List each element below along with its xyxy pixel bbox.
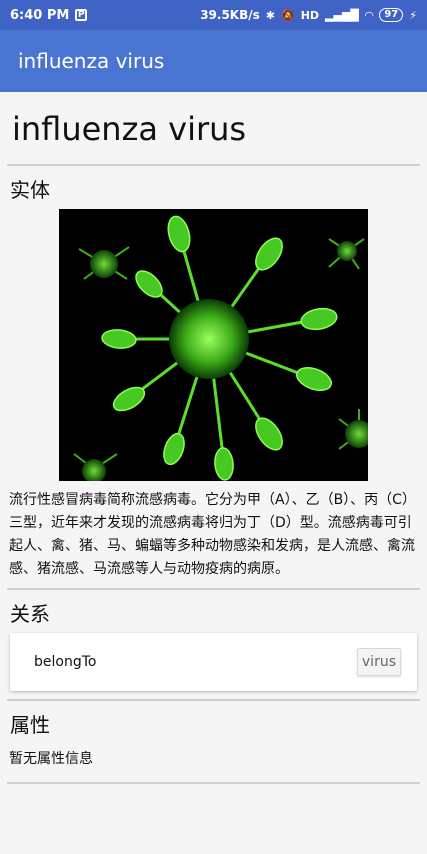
mute-icon: 🔕: [280, 8, 295, 22]
app-bar: influenza virus: [0, 30, 427, 92]
app-bar-title: influenza virus: [18, 49, 165, 73]
entity-heading: 实体: [10, 178, 50, 202]
relation-heading: 关系: [10, 602, 50, 626]
relation-target-button[interactable]: virus: [356, 648, 401, 676]
divider: [7, 782, 420, 784]
page-title: influenza virus: [12, 110, 247, 148]
divider: [7, 699, 420, 701]
status-time: 6:40 PM: [10, 7, 70, 23]
status-bar: 6:40 PM P 39.5KB/s ✱ 🔕 HD ▂▄▆█ ◠ 97 ⚡: [0, 0, 427, 30]
charging-icon: ⚡: [409, 8, 417, 22]
bluetooth-icon: ✱: [265, 8, 275, 22]
hd-icon: HD: [300, 8, 320, 22]
relation-card: belongTo virus: [10, 633, 417, 691]
virus-image: [59, 209, 368, 481]
entity-description: 流行性感冒病毒简称流感病毒。它分为甲（A）、乙（B）、丙（C）三型，近年来才发现…: [9, 492, 416, 577]
battery-icon: 97: [379, 8, 404, 22]
main-content: influenza virus 实体 流行性感冒病毒简称流感病毒。它分为甲（A）…: [0, 110, 427, 784]
relation-label: belongTo: [34, 654, 97, 670]
signal-icon: ▂▄▆█: [325, 8, 359, 22]
divider: [7, 588, 420, 590]
divider: [7, 164, 420, 166]
network-speed: 39.5KB/s: [200, 8, 260, 22]
wifi-icon: ◠: [364, 8, 374, 22]
no-attribute-text: 暂无属性信息: [9, 751, 93, 767]
parking-app-icon: P: [75, 9, 88, 21]
attribute-heading: 属性: [10, 713, 50, 737]
